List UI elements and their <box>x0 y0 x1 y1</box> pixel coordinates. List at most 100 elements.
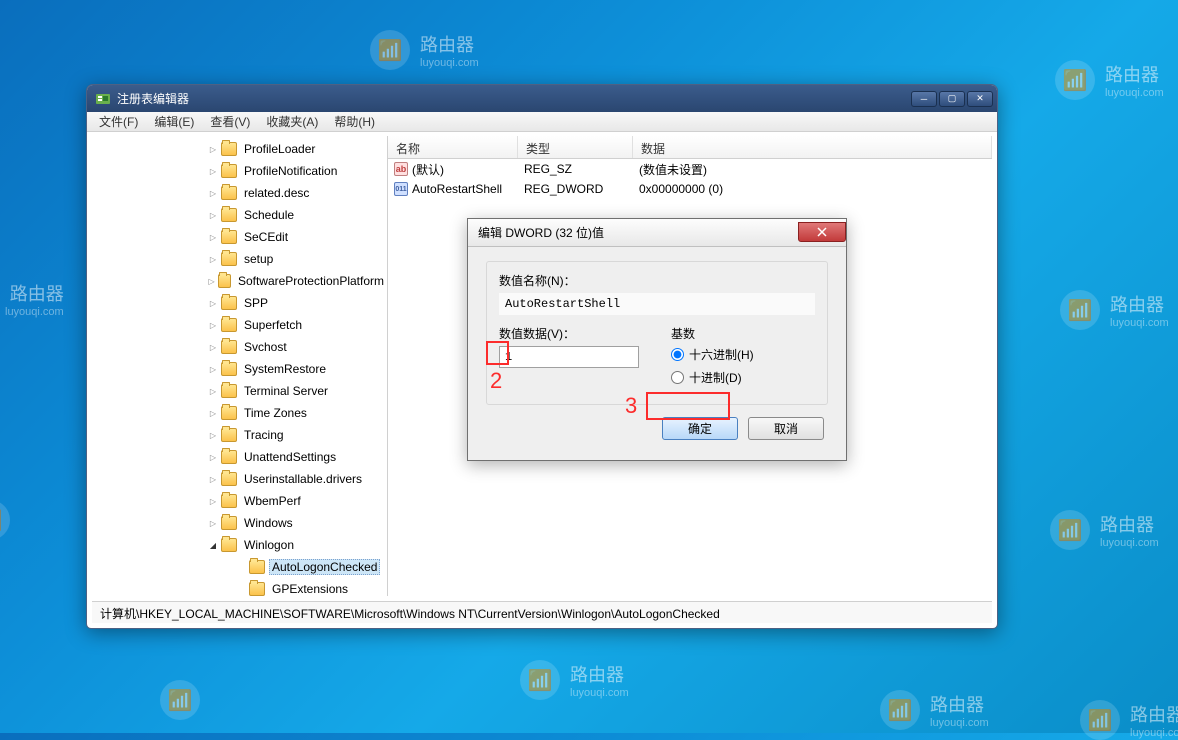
radio-hex[interactable]: 十六进制(H) <box>671 346 815 363</box>
tree-node-label: setup <box>241 251 276 267</box>
tree-expander-icon[interactable]: ▷ <box>207 385 219 397</box>
tree-expander-icon[interactable]: ▷ <box>207 341 219 353</box>
tree-expander-icon[interactable]: ▷ <box>207 253 219 265</box>
radio-dec[interactable]: 十进制(D) <box>671 369 815 386</box>
tree-expander-icon[interactable]: ▷ <box>207 451 219 463</box>
tree-node-systemrestore[interactable]: ▷ SystemRestore <box>92 358 387 380</box>
tree-node-userinstallable-drivers[interactable]: ▷Userinstallable.drivers <box>92 468 387 490</box>
col-type[interactable]: 类型 <box>518 136 633 158</box>
tree-expander-icon[interactable]: ▷ <box>207 209 219 221</box>
tree-node-label: ProfileNotification <box>241 163 340 179</box>
tree-expander-icon[interactable]: ▷ <box>207 143 219 155</box>
col-data[interactable]: 数据 <box>633 136 992 158</box>
folder-icon <box>221 362 237 376</box>
tree-expander-icon[interactable]: ▷ <box>207 473 219 485</box>
folder-icon <box>221 538 237 552</box>
watermark: 📶 路由器luyouqi.com <box>520 660 629 700</box>
folder-icon <box>221 340 237 354</box>
value-row[interactable]: ab(默认)REG_SZ(数值未设置) <box>388 159 992 179</box>
tree-node-label: ProfileLoader <box>241 141 318 157</box>
tree-node-time-zones[interactable]: ▷Time Zones <box>92 402 387 424</box>
tree-node-profileloader[interactable]: ▷ ProfileLoader <box>92 138 387 160</box>
value-row[interactable]: 011AutoRestartShellREG_DWORD0x00000000 (… <box>388 179 992 199</box>
radio-hex-input[interactable] <box>671 348 684 361</box>
tree-expander-icon[interactable]: ▷ <box>207 407 219 419</box>
ok-button[interactable]: 确定 <box>662 417 738 440</box>
router-icon: 📶 <box>1055 60 1095 100</box>
close-button[interactable]: ✕ <box>967 91 993 107</box>
folder-icon <box>221 450 237 464</box>
tree-node-setup[interactable]: ▷ setup <box>92 248 387 270</box>
tree-expander-icon[interactable]: ▷ <box>207 517 219 529</box>
router-icon: 📶 <box>0 500 10 540</box>
watermark: 📶 路由器luyouqi.com <box>1060 290 1169 330</box>
folder-icon <box>221 186 237 200</box>
menu-view[interactable]: 查看(V) <box>202 111 258 132</box>
value-data-input[interactable] <box>499 346 639 368</box>
value-type: REG_SZ <box>518 160 633 178</box>
col-name[interactable]: 名称 <box>388 136 518 158</box>
edit-dword-dialog: 编辑 DWORD (32 位)值 数值名称(N)： AutoRestartShe… <box>467 218 847 461</box>
folder-icon <box>221 296 237 310</box>
tree-node-label: AutoLogonChecked <box>269 559 380 575</box>
value-name: AutoRestartShell <box>412 182 502 196</box>
tree-node-tracing[interactable]: ▷ Tracing <box>92 424 387 446</box>
menu-file[interactable]: 文件(F) <box>91 111 146 132</box>
tree-expander-icon[interactable]: ▷ <box>207 319 219 331</box>
tree-node-secedit[interactable]: ▷SeCEdit <box>92 226 387 248</box>
minimize-button[interactable]: ─ <box>911 91 937 107</box>
tree-expander-icon[interactable] <box>235 561 247 573</box>
dialog-titlebar[interactable]: 编辑 DWORD (32 位)值 <box>468 219 846 247</box>
router-icon: 📶 <box>1050 510 1090 550</box>
registry-tree-panel: ▷ ProfileLoader ▷ ProfileNotification ▷ relat… <box>92 136 388 596</box>
tree-node-related-desc[interactable]: ▷ related.desc <box>92 182 387 204</box>
value-name-label: 数值名称(N)： <box>499 272 815 289</box>
tree-expander-icon[interactable]: ▷ <box>207 231 219 243</box>
tree-node-spp[interactable]: ▷SPP <box>92 292 387 314</box>
tree-scroll[interactable]: ▷ ProfileLoader ▷ ProfileNotification ▷ relat… <box>92 136 387 596</box>
statusbar: 计算机\HKEY_LOCAL_MACHINE\SOFTWARE\Microsof… <box>92 601 992 623</box>
cancel-button[interactable]: 取消 <box>748 417 824 440</box>
tree-expander-icon[interactable]: ▷ <box>207 275 216 287</box>
tree-expander-icon[interactable] <box>235 583 247 595</box>
tree-node-label: SystemRestore <box>241 361 329 377</box>
router-icon: 📶 <box>880 690 920 730</box>
tree-node-svchost[interactable]: ▷ Svchost <box>92 336 387 358</box>
tree-node-label: Svchost <box>241 339 290 355</box>
folder-icon <box>221 472 237 486</box>
tree-node-profilenotification[interactable]: ▷ ProfileNotification <box>92 160 387 182</box>
tree-node-superfetch[interactable]: ▷Superfetch <box>92 314 387 336</box>
tree-node-unattendsettings[interactable]: ▷ UnattendSettings <box>92 446 387 468</box>
tree-node-softwareprotectionplatform[interactable]: ▷SoftwareProtectionPlatform <box>92 270 387 292</box>
tree-expander-icon[interactable]: ▷ <box>207 297 219 309</box>
titlebar[interactable]: 注册表编辑器 ─ ▢ ✕ <box>87 85 997 112</box>
tree-node-autologonchecked[interactable]: AutoLogonChecked <box>92 556 387 578</box>
maximize-button[interactable]: ▢ <box>939 91 965 107</box>
folder-icon <box>249 582 265 596</box>
tree-expander-icon[interactable]: ▷ <box>207 429 219 441</box>
tree-expander-icon[interactable]: ▷ <box>207 495 219 507</box>
menu-edit[interactable]: 编辑(E) <box>146 111 202 132</box>
tree-node-gpextensions[interactable]: GPExtensions <box>92 578 387 596</box>
tree-node-label: Tracing <box>241 427 287 443</box>
tree-expander-icon[interactable]: ▷ <box>207 165 219 177</box>
tree-expander-icon[interactable]: ◢ <box>207 539 219 551</box>
tree-node-label: related.desc <box>241 185 312 201</box>
tree-node-schedule[interactable]: ▷Schedule <box>92 204 387 226</box>
dialog-close-button[interactable] <box>798 222 846 242</box>
tree-node-label: UnattendSettings <box>241 449 339 465</box>
tree-expander-icon[interactable]: ▷ <box>207 363 219 375</box>
tree-node-windows[interactable]: ▷ Windows <box>92 512 387 534</box>
tree-expander-icon[interactable]: ▷ <box>207 187 219 199</box>
radio-dec-input[interactable] <box>671 371 684 384</box>
menu-help[interactable]: 帮助(H) <box>326 111 383 132</box>
tree-node-wbemperf[interactable]: ▷WbemPerf <box>92 490 387 512</box>
tree-node-winlogon[interactable]: ◢Winlogon <box>92 534 387 556</box>
folder-icon <box>221 142 237 156</box>
value-data: 0x00000000 (0) <box>633 180 729 198</box>
value-list-header: 名称 类型 数据 <box>388 136 992 159</box>
tree-node-label: Windows <box>241 515 296 531</box>
tree-node-terminal-server[interactable]: ▷Terminal Server <box>92 380 387 402</box>
menu-favorites[interactable]: 收藏夹(A) <box>258 111 326 132</box>
folder-icon <box>221 428 237 442</box>
